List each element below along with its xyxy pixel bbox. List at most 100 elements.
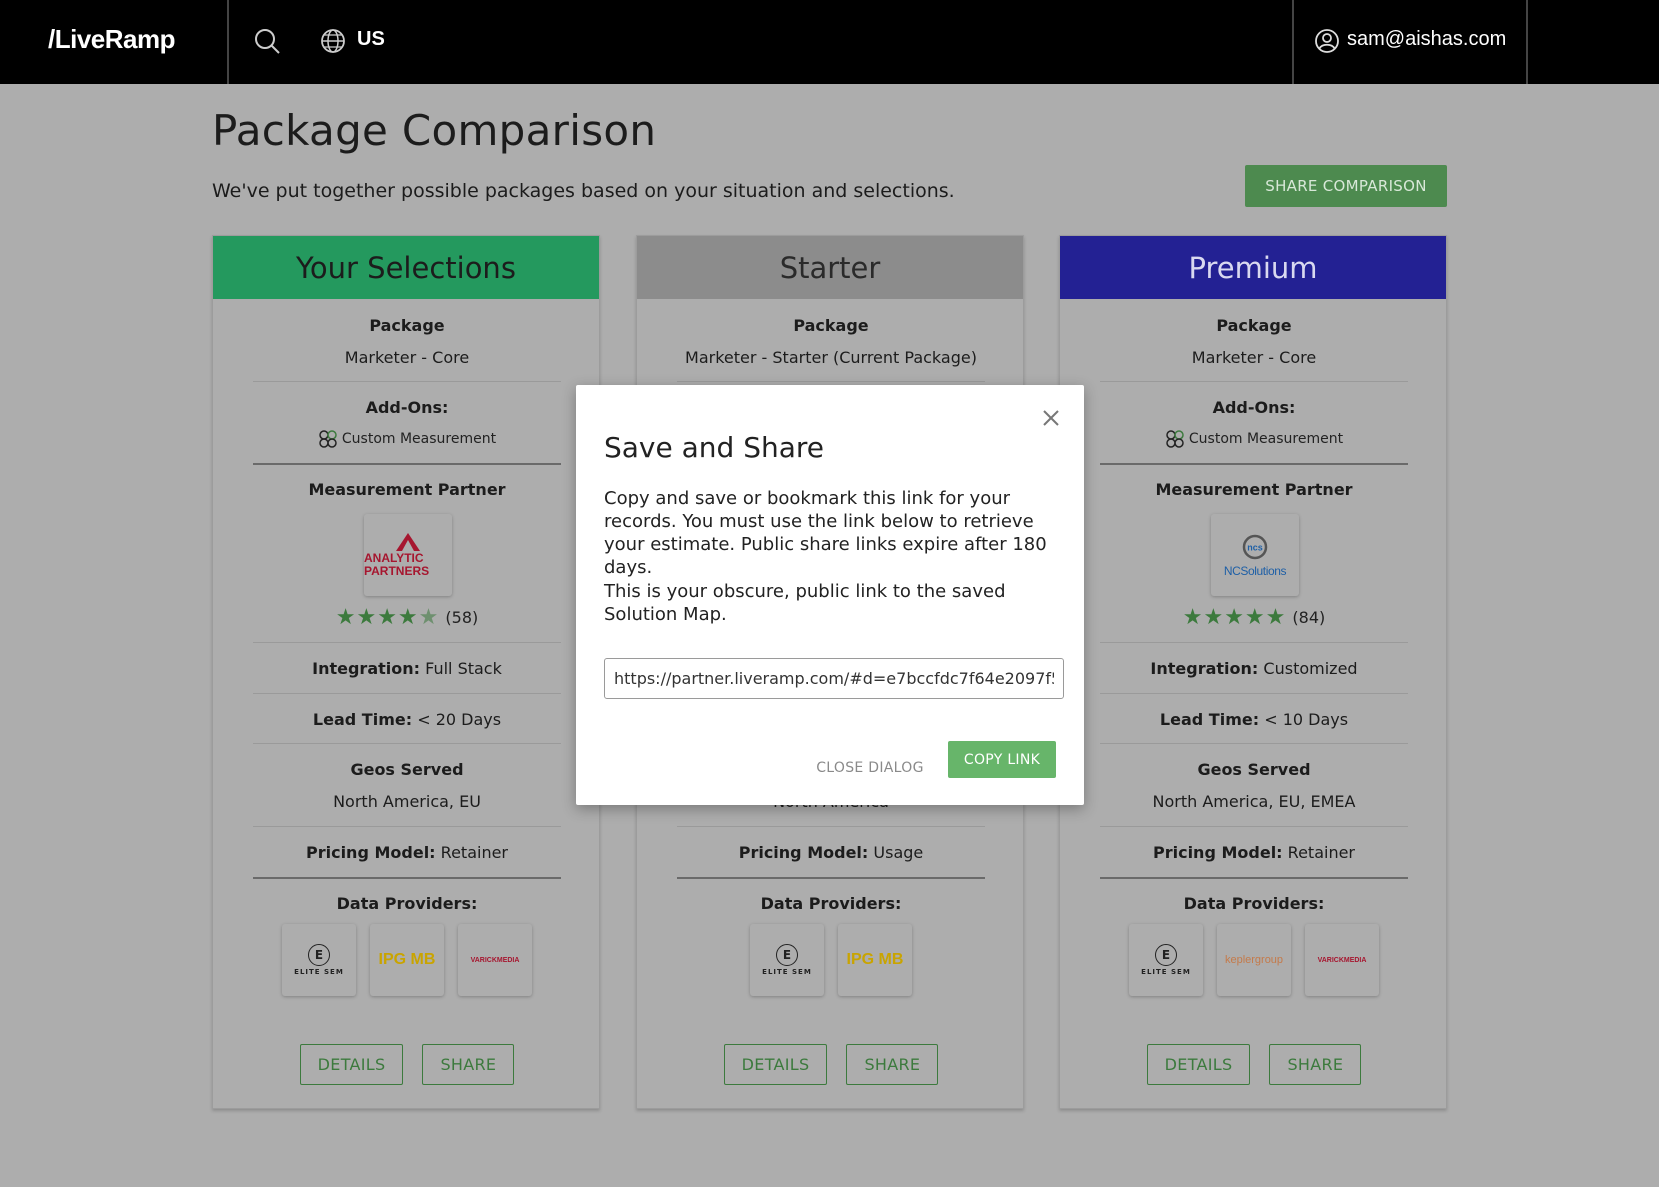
integration-value: Customized [1263, 659, 1358, 678]
share-button[interactable]: SHARE [1269, 1044, 1362, 1085]
divider [253, 642, 561, 643]
card-header: Starter [637, 236, 1023, 299]
search-icon[interactable] [252, 26, 282, 56]
save-and-share-dialog: Save and Share Copy and save or bookmark… [576, 385, 1084, 805]
divider [253, 877, 561, 879]
divider [1100, 743, 1408, 744]
pricing-label: Pricing Model: [738, 843, 869, 862]
details-button[interactable]: DETAILS [723, 1044, 828, 1085]
globe-icon[interactable] [318, 26, 348, 56]
ncsolutions-logo[interactable]: ncs NCSolutions [1211, 514, 1299, 596]
details-button[interactable]: DETAILS [1146, 1044, 1251, 1085]
lead-time-row: Lead Time: < 20 Days [213, 710, 601, 729]
user-email[interactable]: sam@aishas.com [1347, 28, 1506, 51]
rating-count: (58) [445, 608, 479, 627]
pricing-label: Pricing Model: [1152, 843, 1283, 862]
divider [253, 463, 561, 465]
provider-name: IPG MB [846, 951, 904, 968]
page-title: Package Comparison [212, 106, 657, 155]
integration-row: Integration: Full Stack [213, 659, 601, 678]
ncs-mark-icon: ncs [1242, 534, 1268, 559]
card-actions: DETAILS SHARE [1060, 1044, 1448, 1085]
addon-item: Custom Measurement [1060, 429, 1448, 449]
divider [1100, 463, 1408, 465]
elite-sem-logo-icon: E [308, 944, 330, 966]
provider-name: keplergroup [1224, 954, 1284, 966]
measurement-partner-label: Measurement Partner [308, 480, 506, 499]
measurement-icon [319, 430, 337, 448]
pricing-value: Usage [873, 843, 924, 862]
provider-name: ELITE SEM [1141, 968, 1191, 976]
close-icon[interactable] [1038, 405, 1064, 431]
addons-label: Add-Ons: [365, 398, 449, 417]
provider-keplergroup[interactable]: keplergroup [1217, 924, 1291, 996]
partner-logo-text: NCSolutions [1223, 563, 1287, 578]
top-navigation-bar: /LiveRamp US sam@aishas.com [0, 0, 1659, 84]
details-button[interactable]: DETAILS [299, 1044, 404, 1085]
addon-item: Custom Measurement [213, 429, 601, 449]
page-subtitle: We've put together possible packages bas… [212, 180, 955, 202]
package-value: Marketer - Core [1191, 348, 1317, 367]
liveramp-logo[interactable]: /LiveRamp [48, 24, 176, 55]
star-rating-icon: ★★★★★ [335, 605, 440, 630]
measurement-partner-label: Measurement Partner [1155, 480, 1353, 499]
partner-rating: ★★★★★ (58) [213, 605, 601, 630]
svg-text:ncs: ncs [1247, 542, 1263, 552]
elite-sem-logo-icon: E [1155, 944, 1177, 966]
data-providers-label: Data Providers: [1183, 894, 1325, 913]
copy-link-button[interactable]: COPY LINK [948, 741, 1056, 778]
package-value: Marketer - Starter (Current Package) [685, 348, 977, 367]
package-value: Marketer - Core [344, 348, 470, 367]
pricing-row: Pricing Model: Retainer [213, 843, 601, 862]
card-actions: DETAILS SHARE [637, 1044, 1025, 1085]
share-comparison-button[interactable]: SHARE COMPARISON [1245, 165, 1447, 207]
integration-label: Integration: [312, 659, 421, 678]
pricing-label: Pricing Model: [305, 843, 436, 862]
divider [1100, 642, 1408, 643]
integration-label: Integration: [1150, 659, 1259, 678]
package-label: Package [1216, 316, 1292, 335]
user-circle-icon[interactable] [1314, 28, 1340, 54]
share-button[interactable]: SHARE [422, 1044, 515, 1085]
lead-time-value: < 20 Days [417, 710, 502, 729]
close-x-icon [1043, 410, 1059, 426]
share-link-field[interactable] [604, 658, 1064, 699]
provider-elite-sem[interactable]: E ELITE SEM [750, 924, 824, 996]
divider [1292, 0, 1294, 84]
close-dialog-button[interactable]: CLOSE DIALOG [795, 750, 945, 786]
pricing-row: Pricing Model: Usage [637, 843, 1025, 862]
addon-label: Custom Measurement [341, 431, 497, 447]
analytic-partners-logo[interactable]: ANALYTIC PARTNERS [364, 514, 452, 596]
package-label: Package [369, 316, 445, 335]
provider-ipg-mb[interactable]: IPG MB [838, 924, 912, 996]
provider-varickmedia[interactable]: VARICKMEDIA [1305, 924, 1379, 996]
divider [253, 743, 561, 744]
partner-rating: ★★★★★ (84) [1060, 605, 1448, 630]
dialog-title: Save and Share [604, 431, 825, 464]
dialog-link-description: This is your obscure, public link to the… [604, 581, 1006, 625]
provider-elite-sem[interactable]: E ELITE SEM [1129, 924, 1203, 996]
share-button[interactable]: SHARE [846, 1044, 939, 1085]
divider [1100, 381, 1408, 382]
card-actions: DETAILS SHARE [213, 1044, 601, 1085]
lead-time-value: < 10 Days [1264, 710, 1349, 729]
provider-ipg-mb[interactable]: IPG MB [370, 924, 444, 996]
provider-elite-sem[interactable]: E ELITE SEM [282, 924, 356, 996]
provider-name: ELITE SEM [294, 968, 344, 976]
star-rating-icon: ★★★★★ [1182, 605, 1287, 630]
provider-varickmedia[interactable]: VARICKMEDIA [458, 924, 532, 996]
geos-label: Geos Served [350, 760, 464, 779]
data-providers-list: E ELITE SEM IPG MB [637, 924, 1025, 996]
provider-name: IPG MB [378, 951, 436, 968]
card-header: Your Selections [213, 236, 599, 299]
package-label: Package [793, 316, 869, 335]
elite-sem-logo-icon: E [776, 944, 798, 966]
dialog-instructions: Copy and save or bookmark this link for … [604, 488, 1047, 578]
region-selector[interactable]: US [357, 28, 385, 51]
lead-time-label: Lead Time: [1159, 710, 1260, 729]
data-providers-label: Data Providers: [336, 894, 478, 913]
package-card-your-selections: Your Selections Package Marketer - Core … [212, 235, 600, 1109]
analytic-partners-mark-icon [396, 533, 420, 551]
data-providers-label: Data Providers: [760, 894, 902, 913]
addons-label: Add-Ons: [1212, 398, 1296, 417]
